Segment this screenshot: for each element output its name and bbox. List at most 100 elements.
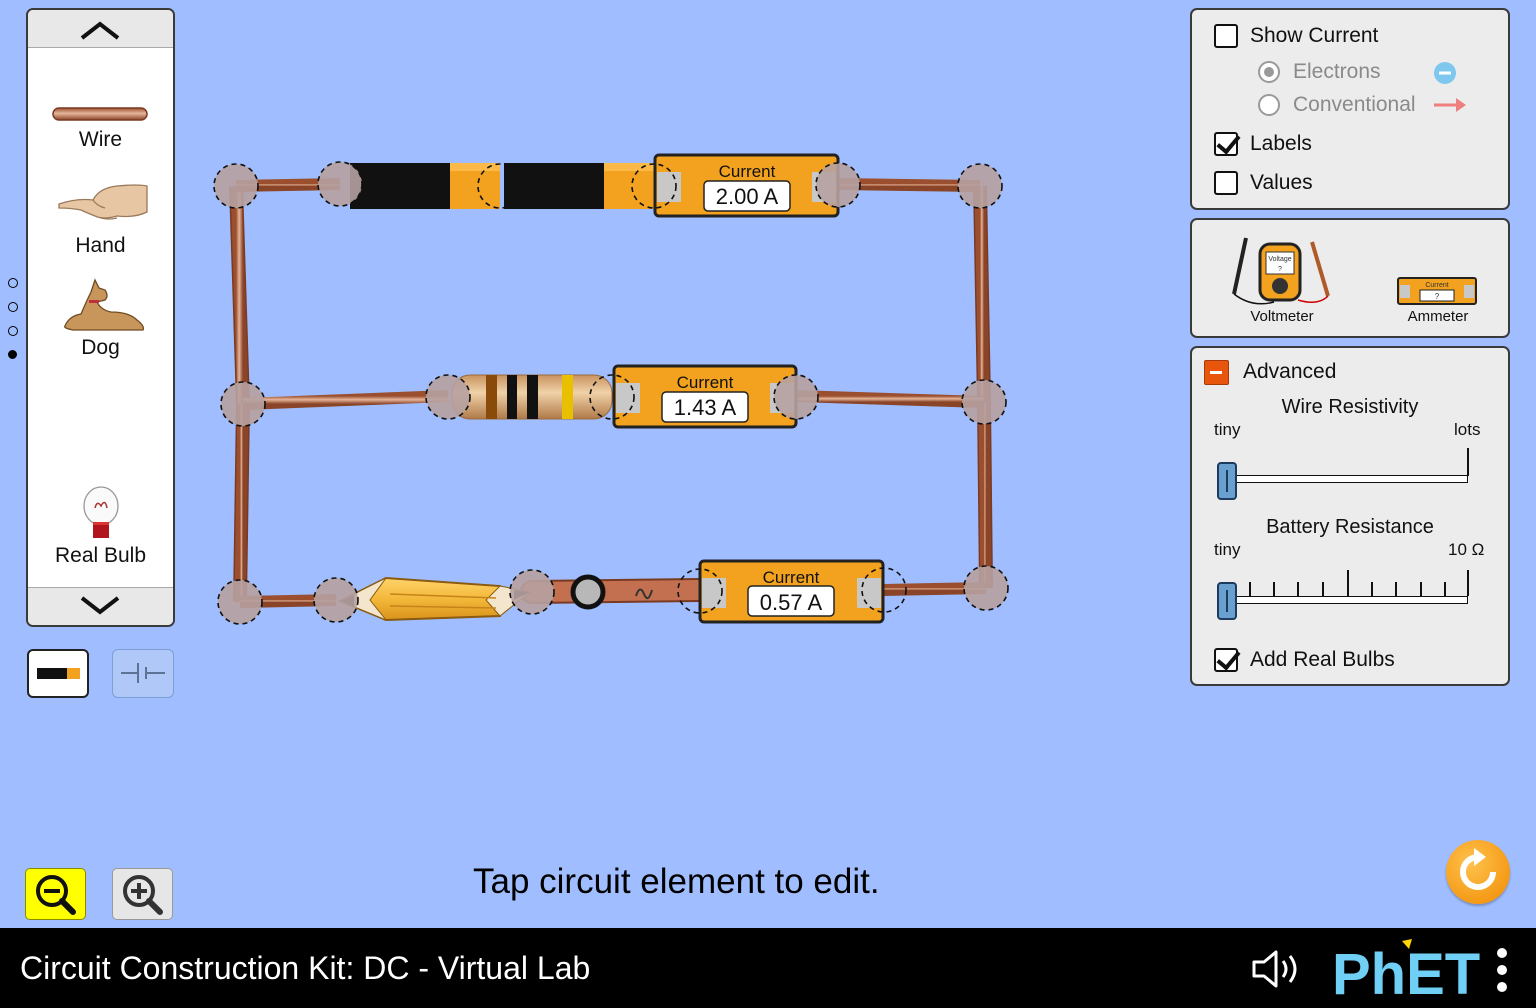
slider-tick [1249, 582, 1251, 596]
wire-resistivity-min: tiny [1214, 420, 1241, 439]
more-options-icon[interactable] [1494, 946, 1510, 994]
slider-tick [1467, 448, 1469, 476]
wire-resistivity-max: lots [1454, 420, 1481, 439]
conventional-radio-dot [1258, 94, 1280, 116]
electrons-radio-dot [1258, 61, 1280, 83]
zoom-in-icon [123, 875, 163, 915]
ammeter-bottom[interactable]: Current 0.57 A [698, 559, 885, 624]
ammeter-icon[interactable]: Current ? [1396, 276, 1478, 306]
meters-panel: Voltage ? Voltmeter Current ? Ammeter [1190, 218, 1510, 338]
ammeter-middle-value: 1.43 A [674, 395, 737, 420]
phet-logo[interactable]: PhET [1330, 936, 1480, 1007]
carousel-item-label: Wire [78, 128, 123, 151]
schematic-view-button[interactable] [112, 649, 174, 698]
component-carousel: Wire Hand Dog Real Bulb [26, 8, 175, 627]
ammeter-top[interactable]: Current 2.00 A [653, 153, 840, 218]
slider-tick [1273, 582, 1275, 596]
ammeter-bottom-label: Current [763, 568, 820, 587]
carousel-up-button[interactable] [28, 10, 173, 48]
sound-icon[interactable] [1250, 948, 1306, 990]
values-box [1214, 171, 1238, 195]
labels-box [1214, 132, 1238, 156]
wire-resistivity-thumb[interactable] [1217, 462, 1237, 500]
ammeter-top-value: 2.00 A [716, 184, 779, 209]
wire-icon [51, 107, 148, 121]
collapse-advanced-button[interactable] [1204, 360, 1229, 385]
show-current-checkbox[interactable]: Show Current [1214, 24, 1378, 48]
voltmeter-screen-label: Voltage [1268, 256, 1291, 263]
battery-resistance-min: tiny [1214, 540, 1241, 559]
labels-label: Labels [1250, 132, 1312, 155]
hand-icon [57, 184, 148, 220]
conventional-label: Conventional [1293, 93, 1416, 116]
carousel-page-dot-4[interactable] [8, 350, 17, 359]
ammeter-middle[interactable]: Current 1.43 A [612, 364, 798, 429]
wire-resistivity-track[interactable] [1226, 475, 1468, 483]
carousel-item-label: Dog [81, 336, 120, 359]
slider-tick [1371, 582, 1373, 596]
slider-tick [1347, 570, 1349, 596]
carousel-down-button[interactable] [28, 587, 173, 625]
ammeter-label: Ammeter [1407, 308, 1469, 325]
dog-icon [63, 278, 144, 331]
voltmeter-icon[interactable]: Voltage ? [1226, 234, 1338, 310]
zoom-out-button[interactable] [25, 868, 86, 920]
slider-tick [1297, 582, 1299, 596]
voltmeter-label: Voltmeter [1250, 308, 1314, 325]
reset-all-button[interactable] [1446, 840, 1510, 904]
advanced-panel: Advanced Wire Resistivity tiny lots Batt… [1190, 346, 1510, 686]
slider-tick [1444, 582, 1446, 596]
slider-tick [1420, 582, 1422, 596]
labels-checkbox[interactable]: Labels [1214, 132, 1312, 156]
phet-logo-icon: PhET [1332, 939, 1480, 1007]
add-real-bulbs-box [1214, 648, 1238, 672]
minus-icon [1210, 371, 1222, 374]
ammeter-icon-reading: ? [1435, 292, 1440, 301]
schematic-battery-icon [121, 663, 165, 683]
conventional-arrow-icon [1434, 98, 1466, 112]
battery-2[interactable] [504, 163, 654, 209]
values-label: Values [1250, 171, 1313, 194]
battery-1[interactable] [350, 163, 500, 209]
chevron-down-icon [80, 596, 120, 615]
battery-resistance-title: Battery Resistance [1266, 516, 1434, 538]
carousel-item-dog[interactable]: Dog [28, 276, 173, 360]
carousel-page-dot-3[interactable] [8, 326, 18, 336]
show-current-label: Show Current [1250, 24, 1379, 47]
battery-resistance-track[interactable] [1226, 596, 1468, 604]
sim-title: Circuit Construction Kit: DC - Virtual L… [20, 950, 591, 986]
slider-tick [1395, 582, 1397, 596]
conventional-radio[interactable]: Conventional [1258, 93, 1416, 117]
carousel-item-label: Hand [75, 234, 126, 257]
carousel-item-hand[interactable]: Hand [28, 174, 173, 258]
electrons-label: Electrons [1293, 60, 1381, 83]
electron-icon [1434, 62, 1456, 84]
add-real-bulbs-checkbox[interactable]: Add Real Bulbs [1214, 648, 1395, 672]
voltmeter-screen-reading: ? [1278, 266, 1282, 273]
pencil[interactable] [337, 576, 532, 622]
switch-knob[interactable] [570, 574, 606, 610]
battery-resistance-max: 10 Ω [1448, 540, 1485, 559]
battery-icon [37, 668, 80, 679]
slider-tick [1322, 582, 1324, 596]
carousel-item-wire[interactable]: Wire [28, 106, 173, 152]
carousel-page-dot-1[interactable] [8, 278, 18, 288]
show-current-box [1214, 24, 1238, 48]
values-checkbox[interactable]: Values [1214, 171, 1313, 195]
lifelike-view-button[interactable] [27, 649, 89, 698]
slider-tick [1467, 570, 1469, 596]
carousel-item-real-bulb[interactable]: Real Bulb [28, 484, 173, 568]
electrons-radio[interactable]: Electrons [1258, 60, 1381, 84]
zoom-in-button[interactable] [112, 868, 173, 920]
resistor[interactable] [451, 374, 613, 420]
ammeter-middle-label: Current [677, 373, 734, 392]
battery-resistance-thumb[interactable] [1217, 582, 1237, 620]
carousel-item-label: Real Bulb [54, 544, 147, 567]
wire-resistivity-title: Wire Resistivity [1281, 396, 1419, 418]
advanced-title: Advanced [1243, 360, 1337, 383]
carousel-page-dot-2[interactable] [8, 302, 18, 312]
display-options-panel: Show Current Electrons Conventional Labe… [1190, 8, 1510, 210]
status-text: Tap circuit element to edit. [473, 862, 880, 901]
add-real-bulbs-label: Add Real Bulbs [1250, 648, 1395, 671]
ammeter-top-label: Current [719, 162, 776, 181]
